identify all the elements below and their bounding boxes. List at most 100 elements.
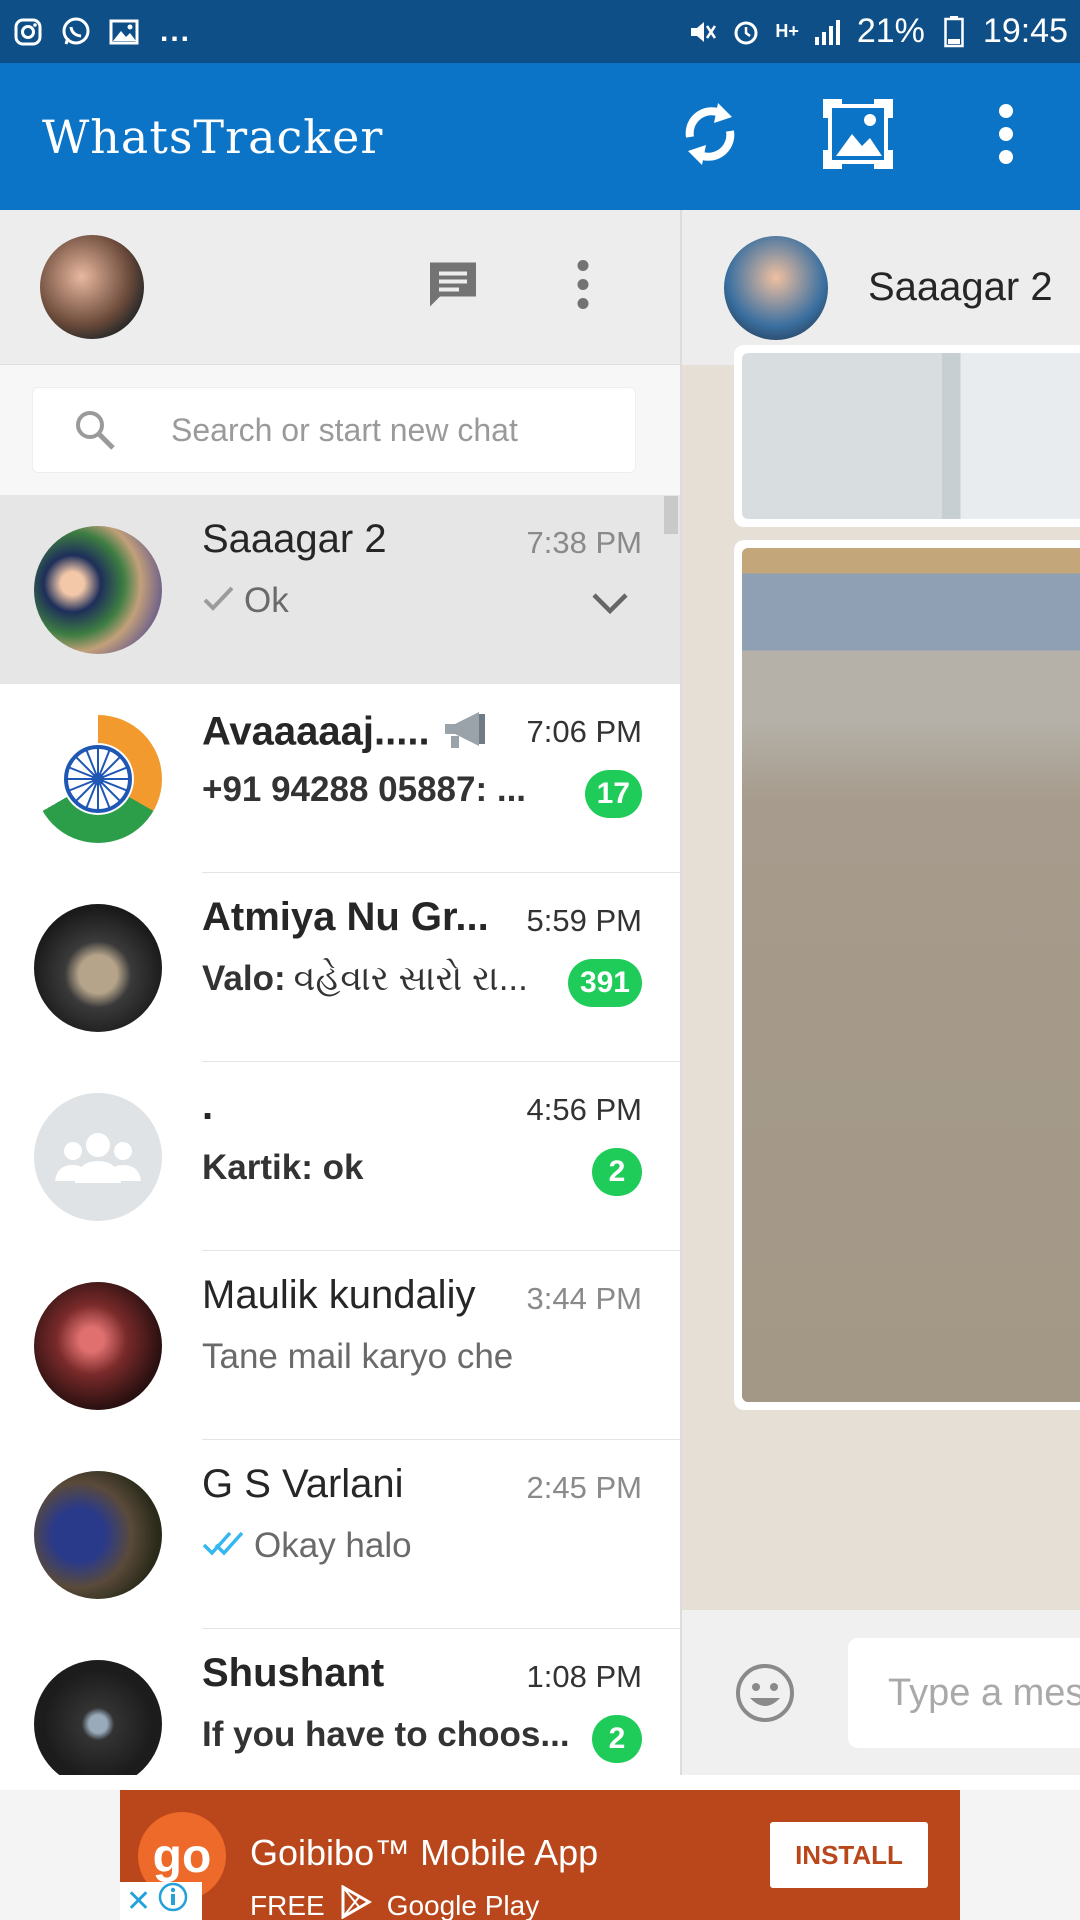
instagram-icon	[12, 16, 44, 48]
double-tick-icon	[202, 1526, 246, 1566]
chat-preview: Okay halo	[202, 1526, 412, 1566]
more-options-button[interactable]	[932, 63, 1080, 210]
chat-list-panel: Search or start new chat Saaagar 2 7:38 …	[0, 210, 680, 1775]
image-thumbnail	[742, 548, 1080, 1402]
whatsapp-icon	[60, 16, 92, 48]
unread-badge: 2	[592, 1715, 642, 1763]
chat-preview: Ok	[202, 581, 289, 621]
gallery-icon	[108, 16, 140, 48]
image-message[interactable]	[734, 540, 1080, 1410]
ad-area: go Goibibo™ Mobile App FREE Google Play …	[0, 1790, 1080, 1920]
single-tick-icon	[202, 581, 236, 621]
chat-name: Atmiya Nu Gr...	[202, 895, 489, 939]
chat-row[interactable]: . 4:56 PM Kartik: ok 2	[0, 1062, 680, 1251]
compose-bar: Type a mes	[682, 1610, 1080, 1775]
notification-overflow: ...	[160, 14, 192, 48]
ad-store-label: Google Play	[386, 1889, 540, 1920]
play-store-icon	[339, 1884, 373, 1920]
left-menu-button[interactable]	[576, 260, 590, 315]
chat-name: G S Varlani	[202, 1462, 404, 1506]
chat-time: 7:38 PM	[526, 525, 642, 560]
screen: ... H+ 21% 19:45 WhatsTracker Search or …	[0, 0, 1080, 1920]
app-title: WhatsTracker	[42, 109, 384, 164]
ad-subtitle: FREE Google Play	[250, 1884, 540, 1920]
refresh-button[interactable]	[636, 63, 784, 210]
message-input[interactable]: Type a mes	[848, 1638, 1080, 1748]
more-vert-icon	[996, 103, 1016, 170]
chat-name: Maulik kundaliy	[202, 1273, 476, 1317]
left-header	[0, 210, 680, 365]
chat-preview: If you have to choos...	[202, 1715, 570, 1755]
chat-avatar	[34, 903, 162, 1032]
conversation-header[interactable]: Saaagar 2	[682, 210, 1080, 365]
my-avatar[interactable]	[40, 235, 144, 339]
unread-badge: 391	[567, 959, 642, 1007]
gallery-button[interactable]	[784, 63, 932, 210]
emoji-icon[interactable]	[734, 1662, 796, 1724]
contact-name: Saaagar 2	[868, 265, 1053, 309]
chat-time: 1:08 PM	[526, 1659, 642, 1694]
message-area	[682, 345, 1080, 1610]
chat-preview: +91 94288 05887: ...	[202, 770, 526, 810]
chat-name: Shushant	[202, 1651, 385, 1695]
signal-icon	[813, 17, 843, 47]
unread-badge: 2	[592, 1148, 642, 1196]
chat-message-text: Tane mail karyo che	[202, 1337, 514, 1376]
megaphone-icon	[441, 706, 491, 762]
battery-percent: 21%	[856, 12, 925, 50]
chevron-down-icon[interactable]	[590, 583, 630, 623]
chat-name: Saaagar 2	[202, 517, 387, 561]
chat-avatar	[34, 525, 162, 654]
more-vert-icon	[576, 260, 590, 315]
chat-preview: Kartik: ok	[202, 1148, 363, 1188]
close-icon[interactable]: ✕	[126, 1884, 151, 1919]
chat-name-text: Avaaaaaj.....	[202, 709, 430, 754]
search-icon	[73, 408, 117, 452]
chat-row[interactable]: G S Varlani 2:45 PM Okay halo	[0, 1440, 680, 1629]
chat-avatar	[34, 1281, 162, 1410]
conversation-panel: Saaagar 2 Type a mes	[682, 210, 1080, 1775]
chat-time: 7:06 PM	[526, 714, 642, 749]
chat-message-text: Okay halo	[254, 1526, 412, 1565]
chat-row[interactable]: Saaagar 2 7:38 PM Ok	[0, 495, 680, 684]
group-avatar	[34, 1092, 162, 1221]
chat-message-text: If you have to choos...	[202, 1715, 570, 1754]
chakra-icon	[62, 742, 134, 815]
ad-title: Goibibo™ Mobile App	[250, 1832, 599, 1873]
chat-avatar	[34, 1470, 162, 1599]
chat-time: 5:59 PM	[526, 903, 642, 938]
battery-icon	[939, 15, 969, 47]
search-area: Search or start new chat	[0, 365, 680, 495]
chat-list: Saaagar 2 7:38 PM Ok Avaaaaaj..... 7:06 …	[0, 495, 680, 1775]
install-button[interactable]: INSTALL	[770, 1822, 928, 1888]
vertical-scrollbar[interactable]	[664, 496, 678, 534]
info-icon[interactable]	[157, 1881, 189, 1920]
chat-message-text: +91 94288 05887: ...	[202, 770, 527, 809]
chat-row[interactable]: Maulik kundaliy 3:44 PM Tane mail karyo …	[0, 1251, 680, 1440]
chat-message-text: વહેવાર સારો રા...	[293, 959, 528, 998]
search-input[interactable]: Search or start new chat	[32, 387, 636, 473]
chat-time: 2:45 PM	[526, 1470, 642, 1505]
app-bar: WhatsTracker	[0, 63, 1080, 210]
status-bar: ... H+ 21% 19:45	[0, 0, 1080, 63]
clock: 19:45	[982, 12, 1068, 50]
ad-banner[interactable]: go Goibibo™ Mobile App FREE Google Play …	[120, 1790, 960, 1920]
chat-row[interactable]: Shushant 1:08 PM If you have to choos...…	[0, 1629, 680, 1775]
chat-row[interactable]: Atmiya Nu Gr... 5:59 PM Valo: વહેવાર સાર…	[0, 873, 680, 1062]
chat-row[interactable]: Avaaaaaj..... 7:06 PM +91 94288 05887: .…	[0, 684, 680, 873]
chat-name: Avaaaaaj.....	[202, 706, 491, 762]
image-message[interactable]	[734, 345, 1080, 527]
chat-time: 3:44 PM	[526, 1281, 642, 1316]
chat-message-sender: Valo:	[202, 959, 286, 998]
search-placeholder: Search or start new chat	[171, 411, 518, 448]
contact-avatar	[724, 235, 828, 340]
image-icon	[822, 98, 894, 175]
chat-message-text: Ok	[244, 581, 289, 620]
ad-choices[interactable]: ✕	[120, 1882, 202, 1920]
chat-avatar	[34, 714, 162, 843]
ad-free-label: FREE	[250, 1889, 325, 1920]
chat-name: .	[202, 1084, 214, 1128]
image-thumbnail	[742, 353, 1080, 519]
chat-preview: Valo: વહેવાર સારો રા...	[202, 959, 528, 999]
new-chat-button[interactable]	[426, 259, 480, 316]
